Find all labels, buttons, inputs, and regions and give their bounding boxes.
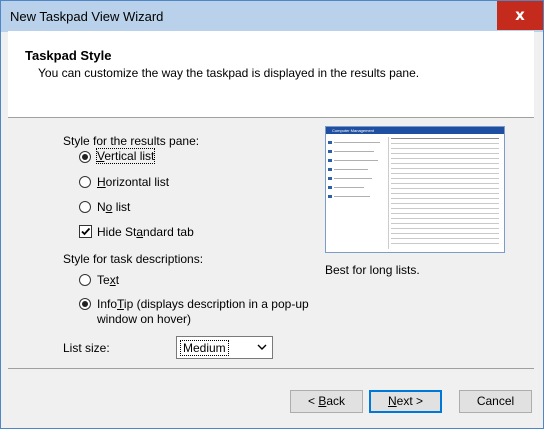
window-title: New Taskpad View Wizard bbox=[10, 9, 164, 24]
preview-list-row bbox=[391, 158, 499, 159]
chevron-down-icon bbox=[257, 344, 267, 350]
hide-standard-tab-label[interactable]: Hide Standard tab bbox=[97, 225, 194, 239]
title-bar[interactable]: New Taskpad View Wizard x bbox=[1, 1, 543, 32]
back-button[interactable]: < Back bbox=[290, 390, 363, 413]
preview-tree-row bbox=[334, 178, 372, 179]
taskpad-preview-image: Computer Management bbox=[325, 126, 505, 253]
preview-list-row bbox=[391, 213, 499, 214]
results-pane-label: Style for the results pane: bbox=[63, 134, 200, 148]
preview-list-row bbox=[391, 148, 499, 149]
radio-no-list-label[interactable]: No list bbox=[97, 200, 130, 214]
radio-vertical-list[interactable] bbox=[79, 151, 91, 163]
preview-list-row bbox=[391, 178, 499, 179]
preview-list-row bbox=[391, 188, 499, 189]
list-size-value: Medium bbox=[180, 340, 229, 356]
list-size-label: List size: bbox=[63, 341, 110, 355]
preview-tree-icon bbox=[328, 186, 332, 189]
preview-tree-icon bbox=[328, 159, 332, 162]
next-button[interactable]: Next > bbox=[369, 390, 442, 413]
preview-tree-row bbox=[334, 169, 368, 170]
preview-list-row bbox=[391, 208, 499, 209]
preview-tree-icon bbox=[328, 141, 332, 144]
radio-horizontal-list[interactable] bbox=[79, 176, 91, 188]
radio-text[interactable] bbox=[79, 274, 91, 286]
preview-tree-row bbox=[334, 142, 380, 143]
list-size-select[interactable]: Medium bbox=[176, 336, 273, 359]
preview-tree-icon bbox=[328, 150, 332, 153]
radio-infotip[interactable] bbox=[79, 298, 91, 310]
preview-list-row bbox=[391, 193, 499, 194]
preview-list-row bbox=[391, 173, 499, 174]
preview-list-row bbox=[391, 198, 499, 199]
preview-list-row bbox=[391, 233, 499, 234]
preview-list-row bbox=[391, 243, 499, 244]
radio-infotip-label-line2: window on hover) bbox=[97, 312, 192, 326]
radio-horizontal-list-label[interactable]: Horizontal list bbox=[97, 175, 169, 189]
cancel-button[interactable]: Cancel bbox=[459, 390, 532, 413]
radio-infotip-label[interactable]: InfoTip (displays description in a pop-u… bbox=[97, 297, 309, 311]
preview-list-row bbox=[391, 153, 499, 154]
preview-list-row bbox=[391, 223, 499, 224]
page-subtitle: You can customize the way the taskpad is… bbox=[38, 66, 420, 80]
radio-no-list[interactable] bbox=[79, 201, 91, 213]
preview-tree-row bbox=[334, 196, 370, 197]
close-icon[interactable]: x bbox=[497, 1, 543, 30]
preview-tree-row bbox=[334, 151, 374, 152]
preview-tree-icon bbox=[328, 168, 332, 171]
radio-vertical-list-label[interactable]: Vertical list bbox=[95, 148, 156, 164]
preview-tree-pane bbox=[328, 139, 386, 249]
preview-tree-row bbox=[334, 160, 378, 161]
radio-text-label[interactable]: Text bbox=[97, 273, 119, 287]
preview-list-row bbox=[391, 183, 499, 184]
hide-standard-tab-checkbox[interactable] bbox=[79, 225, 92, 238]
preview-list-row bbox=[391, 203, 499, 204]
preview-tree-row bbox=[334, 187, 364, 188]
preview-list-pane bbox=[388, 137, 501, 249]
preview-list-row bbox=[391, 168, 499, 169]
preview-tree-icon bbox=[328, 195, 332, 198]
wizard-footer bbox=[8, 369, 534, 419]
preview-list-row bbox=[391, 238, 499, 239]
preview-list-row bbox=[391, 143, 499, 144]
preview-title-bar: Computer Management bbox=[326, 127, 504, 134]
preview-list-row bbox=[391, 163, 499, 164]
preview-list-row bbox=[391, 228, 499, 229]
page-title: Taskpad Style bbox=[25, 48, 112, 63]
checkmark-icon bbox=[81, 227, 91, 236]
preview-caption: Best for long lists. bbox=[325, 263, 420, 277]
preview-list-row bbox=[391, 218, 499, 219]
task-desc-label: Style for task descriptions: bbox=[63, 252, 204, 266]
preview-list-header bbox=[391, 138, 499, 139]
preview-tree-icon bbox=[328, 177, 332, 180]
